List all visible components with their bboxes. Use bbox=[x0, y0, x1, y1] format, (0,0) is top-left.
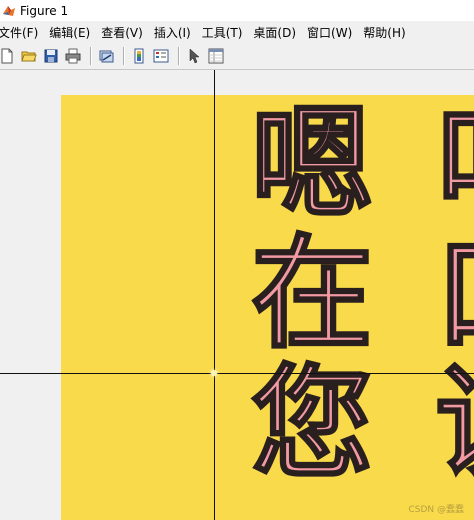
menu-desktop[interactable]: 桌面(D) bbox=[253, 24, 302, 41]
property-inspector-icon bbox=[208, 48, 224, 64]
menu-view[interactable]: 查看(V) bbox=[101, 24, 149, 41]
glyph-kou: 口 bbox=[434, 232, 474, 357]
pointer-icon bbox=[189, 48, 200, 64]
link-plot-button[interactable] bbox=[96, 46, 116, 66]
new-figure-button[interactable] bbox=[0, 46, 17, 66]
property-inspector-button[interactable] bbox=[206, 46, 226, 66]
menu-help[interactable]: 帮助(H) bbox=[363, 24, 411, 41]
glyph-shuo: 说 bbox=[434, 362, 474, 487]
colorbar-icon bbox=[134, 48, 144, 64]
toolbar-separator bbox=[90, 47, 91, 65]
menu-tools[interactable]: 工具(T) bbox=[202, 24, 249, 41]
displayed-image: 嗯 在 您 叫 口 说 bbox=[61, 95, 474, 520]
open-folder-icon bbox=[21, 51, 37, 62]
menu-insert[interactable]: 插入(I) bbox=[154, 24, 197, 41]
figure-canvas[interactable]: 嗯 在 您 叫 口 说 CSDN @蠢蠢 bbox=[0, 70, 474, 520]
print-button[interactable] bbox=[63, 46, 83, 66]
watermark: CSDN @蠢蠢 bbox=[408, 505, 464, 515]
matlab-logo-icon bbox=[2, 4, 16, 18]
glyph-jiao: 叫 bbox=[434, 102, 474, 227]
crosshair-center bbox=[211, 370, 217, 376]
new-figure-icon bbox=[1, 48, 13, 64]
menu-window[interactable]: 窗口(W) bbox=[307, 24, 358, 41]
legend-icon bbox=[153, 49, 169, 63]
print-icon bbox=[65, 48, 81, 64]
colorbar-button[interactable] bbox=[129, 46, 149, 66]
edit-plot-button[interactable] bbox=[184, 46, 204, 66]
window-title: Figure 1 bbox=[20, 3, 69, 18]
toolbar-separator bbox=[178, 47, 179, 65]
menu-bar: 文件(F) 编辑(E) 查看(V) 插入(I) 工具(T) 桌面(D) 窗口(W… bbox=[0, 21, 474, 43]
link-plot-icon bbox=[99, 50, 114, 63]
glyph-en: 嗯 bbox=[250, 95, 375, 235]
open-button[interactable] bbox=[19, 46, 39, 66]
toolbar-separator bbox=[123, 47, 124, 65]
save-button[interactable] bbox=[41, 46, 61, 66]
legend-button[interactable] bbox=[151, 46, 171, 66]
crosshair-vertical-line bbox=[214, 70, 215, 520]
glyph-zai: 在 bbox=[250, 223, 375, 365]
figure-toolbar bbox=[0, 43, 474, 70]
title-bar: Figure 1 bbox=[0, 0, 474, 21]
save-icon bbox=[44, 49, 58, 63]
menu-edit[interactable]: 编辑(E) bbox=[49, 24, 96, 41]
crosshair-horizontal-line bbox=[0, 373, 474, 374]
glyph-nin: 您 bbox=[250, 353, 375, 495]
menu-file[interactable]: 文件(F) bbox=[0, 24, 44, 41]
